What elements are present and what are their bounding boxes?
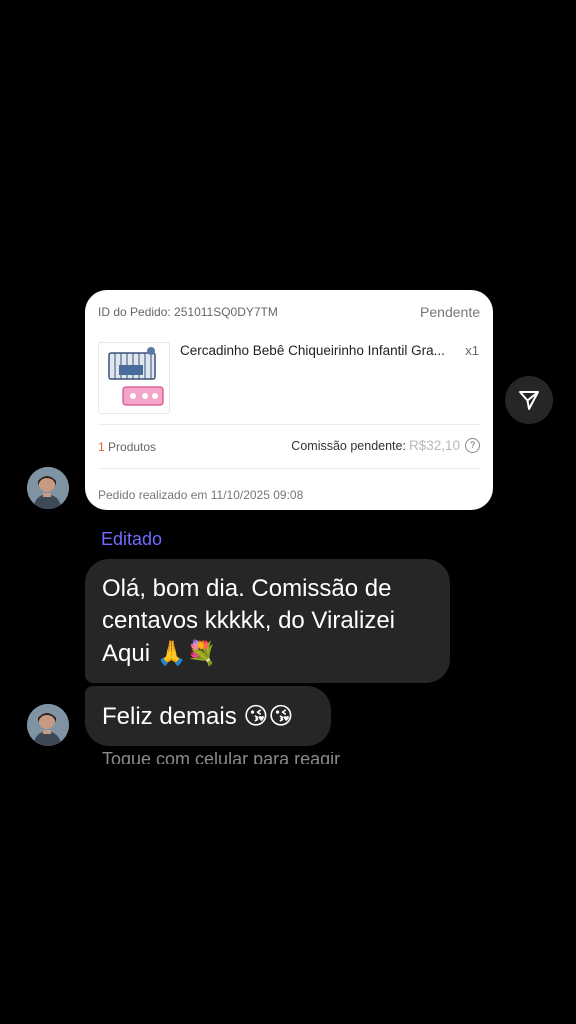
avatar[interactable] bbox=[27, 467, 69, 509]
products-count: 1 bbox=[98, 440, 105, 454]
message-bubble[interactable]: Feliz demais 😘😘 bbox=[85, 686, 331, 746]
avatar[interactable] bbox=[27, 704, 69, 746]
order-id: ID do Pedido: 251011SQ0DY7TM bbox=[98, 305, 278, 319]
order-placed-date: Pedido realizado em 11/10/2025 09:08 bbox=[98, 488, 304, 502]
message-text: Olá, bom dia. Comissão de centavos kkkkk… bbox=[102, 575, 396, 667]
commission-amount: R$32,10 bbox=[408, 438, 460, 453]
message-emojis: 🙏💐 bbox=[156, 639, 217, 667]
divider bbox=[98, 468, 480, 469]
product-thumbnail bbox=[98, 342, 170, 414]
paper-plane-icon bbox=[519, 391, 539, 410]
message-emojis: 😘😘 bbox=[243, 702, 294, 730]
order-status: Pendente bbox=[420, 304, 480, 320]
message-text: Feliz demais bbox=[102, 703, 237, 730]
order-card[interactable]: ID do Pedido: 251011SQ0DY7TM Pendente Ce… bbox=[85, 290, 493, 510]
reaction-hint: Toque com celular para reagir bbox=[102, 752, 402, 764]
edited-label: Editado bbox=[101, 529, 163, 549]
products-label: Produtos bbox=[108, 440, 157, 454]
share-button[interactable] bbox=[505, 376, 553, 424]
reaction-hint-text: Toque com celular para reagir bbox=[102, 752, 341, 764]
divider bbox=[98, 424, 480, 425]
product-name: Cercadinho Bebê Chiqueirinho Infantil Gr… bbox=[180, 343, 445, 358]
product-quantity: x1 bbox=[465, 343, 479, 358]
message-bubble[interactable]: Olá, bom dia. Comissão de centavos kkkkk… bbox=[85, 559, 450, 683]
commission-summary: Comissão pendente: R$32,10 ? bbox=[291, 438, 480, 453]
products-summary: 1 Produtos bbox=[98, 440, 156, 454]
commission-label: Comissão pendente: bbox=[291, 438, 406, 453]
question-circle-icon[interactable]: ? bbox=[465, 438, 480, 453]
